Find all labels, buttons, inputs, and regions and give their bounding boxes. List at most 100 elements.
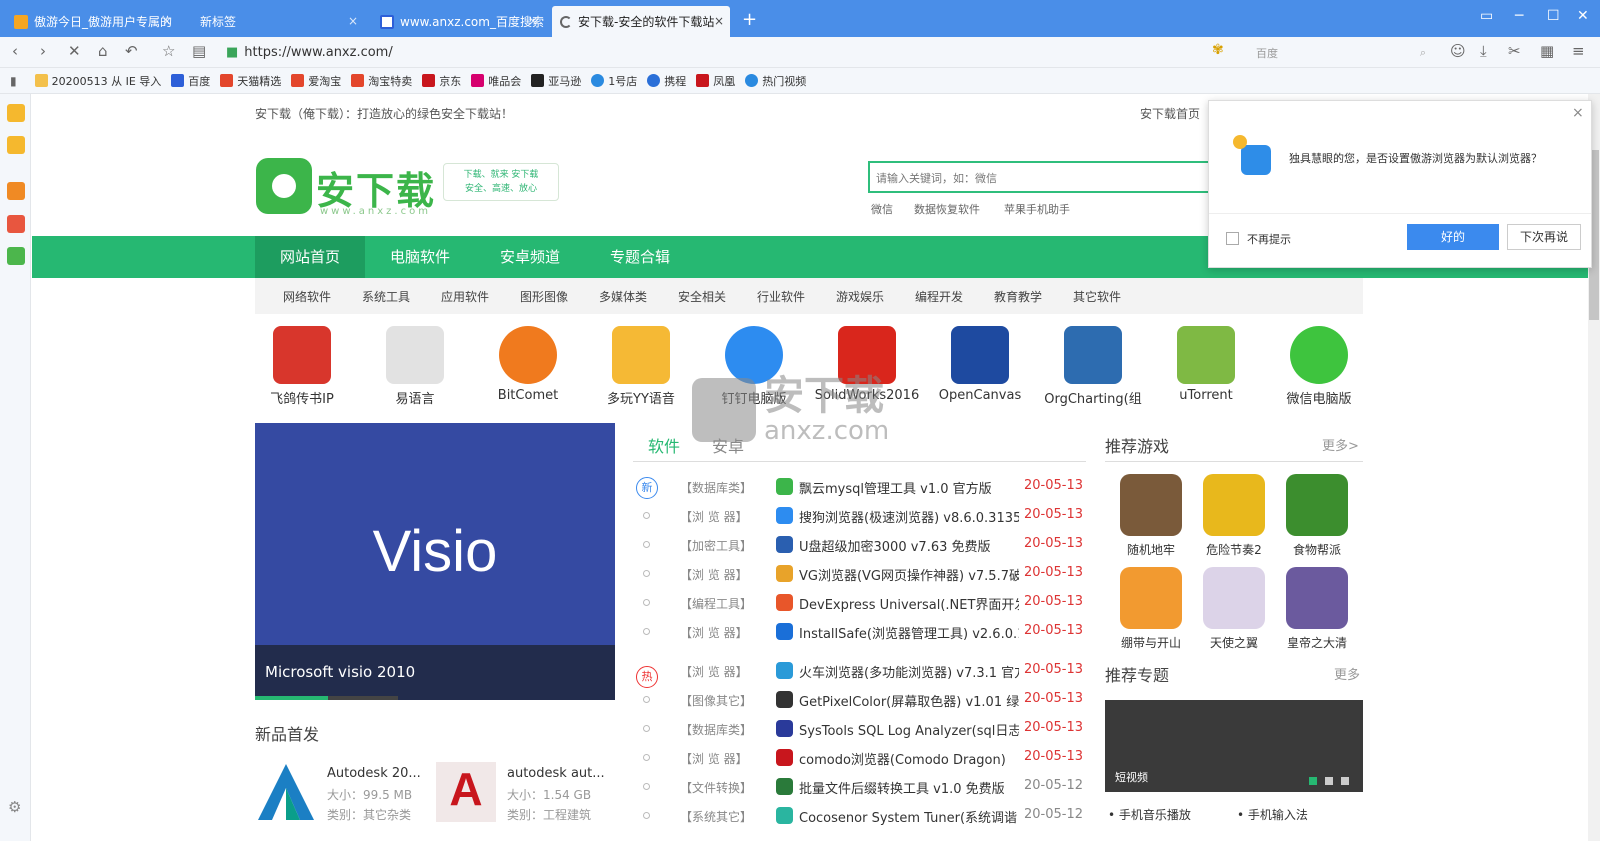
search-engine-icon[interactable]: ✾ — [1212, 42, 1224, 58]
tab-software[interactable]: 软件 — [648, 433, 680, 457]
featured-banner[interactable]: Visio Microsoft visio 2010 — [255, 423, 615, 700]
game-label[interactable]: 绷带与开山 — [1110, 634, 1192, 651]
category-link[interactable]: 游戏娱乐 — [836, 288, 884, 305]
apps-icon[interactable]: ▦ — [1540, 42, 1554, 60]
software-title[interactable]: 搜狗浏览器(极速浏览器) v8.6.0.31355 — [799, 507, 1019, 526]
autodesk-icon[interactable] — [256, 762, 316, 822]
game-label[interactable]: 食物帮派 — [1276, 541, 1358, 558]
nav-topics[interactable]: 专题合辑 — [585, 236, 695, 278]
software-title[interactable]: GetPixelColor(屏幕取色器) v1.01 绿 — [799, 691, 1019, 710]
checkbox-label[interactable]: 不再提示 — [1247, 231, 1291, 247]
game-label[interactable]: 随机地牢 — [1110, 541, 1192, 558]
hot-keyword[interactable]: 数据恢复软件 — [914, 201, 980, 217]
software-icon[interactable] — [776, 536, 793, 553]
new-tab-button[interactable]: + — [742, 9, 757, 30]
app-label[interactable]: 多玩YY语音 — [586, 388, 696, 407]
reader-icon[interactable]: ▤ — [192, 42, 206, 60]
software-title[interactable]: 飘云mysql管理工具 v1.0 官方版 — [799, 478, 1019, 497]
new-item-name[interactable]: Autodesk 20... — [327, 766, 421, 781]
close-icon[interactable]: × — [714, 14, 724, 28]
wechat-icon[interactable] — [1290, 326, 1348, 384]
tab-new-tab[interactable]: 新标签 × — [192, 6, 364, 37]
yy-voice-icon[interactable] — [612, 326, 670, 384]
category-link[interactable]: 安全相关 — [678, 288, 726, 305]
close-icon[interactable]: × — [162, 14, 172, 28]
app-label[interactable]: OrgCharting(组 — [1038, 388, 1148, 407]
slide-dot[interactable] — [1325, 777, 1333, 785]
nav-home[interactable]: 网站首页 — [255, 236, 365, 278]
software-category[interactable]: 【图像其它】 — [680, 692, 755, 709]
software-title[interactable]: InstallSafe(浏览器管理工具) v2.6.0.10 — [799, 623, 1019, 642]
favorites-icon[interactable] — [7, 104, 25, 122]
software-category[interactable]: 【数据库类】 — [680, 721, 755, 738]
close-window-icon[interactable]: ✕ — [1577, 8, 1589, 24]
software-title[interactable]: DevExpress Universal(.NET界面开发 — [799, 594, 1019, 613]
chat-icon[interactable] — [7, 247, 25, 265]
category-link[interactable]: 编程开发 — [915, 288, 963, 305]
new-item-name[interactable]: autodesk aut... — [507, 766, 605, 781]
bookmark-tmall[interactable]: 天猫精选 — [220, 73, 281, 89]
bandage-game-icon[interactable] — [1120, 567, 1182, 629]
download-icon[interactable]: ⤓ — [1480, 42, 1487, 60]
hot-keyword[interactable]: 苹果手机助手 — [1004, 201, 1070, 217]
category-link[interactable]: 其它软件 — [1073, 288, 1121, 305]
rss-icon[interactable] — [7, 182, 25, 200]
emperor-game-icon[interactable] — [1286, 567, 1348, 629]
category-link[interactable]: 应用软件 — [441, 288, 489, 305]
game-label[interactable]: 皇帝之大清 — [1276, 634, 1358, 651]
browser-search-input[interactable]: 百度 ⌕ — [1256, 41, 1426, 64]
software-category[interactable]: 【浏 览 器】 — [680, 566, 755, 583]
search-icon[interactable]: ⌕ — [1420, 46, 1426, 60]
address-bar[interactable]: ■ https://www.anxz.com/ — [226, 41, 1196, 64]
dont-show-again-checkbox[interactable] — [1226, 232, 1239, 245]
software-category[interactable]: 【浏 览 器】 — [680, 624, 755, 641]
bookmark-folder[interactable]: 20200513 从 IE 导入 — [34, 73, 161, 89]
account-icon[interactable]: ☺ — [1450, 42, 1466, 60]
topics-more-link[interactable]: 更多 — [1334, 664, 1360, 683]
software-icon[interactable] — [776, 507, 793, 524]
games-more-link[interactable]: 更多> — [1322, 435, 1359, 454]
undo-icon[interactable]: ↶ — [125, 42, 138, 60]
bookmark-amazon[interactable]: 亚马逊 — [531, 73, 581, 89]
app-label[interactable]: uTorrent — [1151, 388, 1261, 403]
close-icon[interactable]: × — [528, 14, 538, 28]
game-label[interactable]: 危险节奏2 — [1193, 541, 1275, 558]
dialog-close-icon[interactable]: × — [1572, 105, 1584, 121]
software-title[interactable]: 批量文件后缀转换工具 v1.0 免费版 — [799, 778, 1019, 797]
orgcharting-icon[interactable] — [1064, 326, 1122, 384]
ask-later-button[interactable]: 下次再说 — [1507, 224, 1581, 250]
notes-icon[interactable] — [7, 136, 25, 154]
slide-dot[interactable] — [1341, 777, 1349, 785]
category-link[interactable]: 行业软件 — [757, 288, 805, 305]
stop-icon[interactable]: ✕ — [68, 42, 81, 60]
software-category[interactable]: 【编程工具】 — [680, 595, 755, 612]
bookmark-vip[interactable]: 唯品会 — [471, 73, 521, 89]
software-icon[interactable] — [776, 594, 793, 611]
bitcomet-icon[interactable] — [499, 326, 557, 384]
bookmark-ctrip[interactable]: 携程 — [647, 73, 686, 89]
maximize-icon[interactable]: ☐ — [1547, 8, 1560, 24]
forward-icon[interactable]: › — [40, 42, 46, 60]
category-link[interactable]: 图形图像 — [520, 288, 568, 305]
software-icon[interactable] — [776, 807, 793, 824]
slide-indicator[interactable] — [328, 696, 398, 700]
star-icon[interactable]: ☆ — [162, 42, 175, 60]
back-icon[interactable]: ‹ — [12, 42, 18, 60]
hot-keyword[interactable]: 微信 — [871, 201, 893, 217]
minimize-icon[interactable]: ─ — [1515, 8, 1523, 24]
ok-button[interactable]: 好的 — [1407, 224, 1499, 250]
software-icon[interactable] — [776, 749, 793, 766]
category-link[interactable]: 网络软件 — [283, 288, 331, 305]
bookmark-taobao-sale[interactable]: 淘宝特卖 — [351, 73, 412, 89]
category-link[interactable]: 多媒体类 — [599, 288, 647, 305]
app-label[interactable]: OpenCanvas — [925, 388, 1035, 403]
app-label[interactable]: 微信电脑版 — [1264, 388, 1374, 407]
bookmark-baidu[interactable]: 百度 — [171, 73, 210, 89]
yiyuyan-icon[interactable] — [386, 326, 444, 384]
category-link[interactable]: 系统工具 — [362, 288, 410, 305]
site-home-link[interactable]: 安下载首页 — [1140, 105, 1200, 122]
software-category[interactable]: 【数据库类】 — [680, 479, 755, 496]
software-title[interactable]: U盘超级加密3000 v7.63 免费版 — [799, 536, 1019, 555]
utorrent-icon[interactable] — [1177, 326, 1235, 384]
software-category[interactable]: 【浏 览 器】 — [680, 750, 755, 767]
